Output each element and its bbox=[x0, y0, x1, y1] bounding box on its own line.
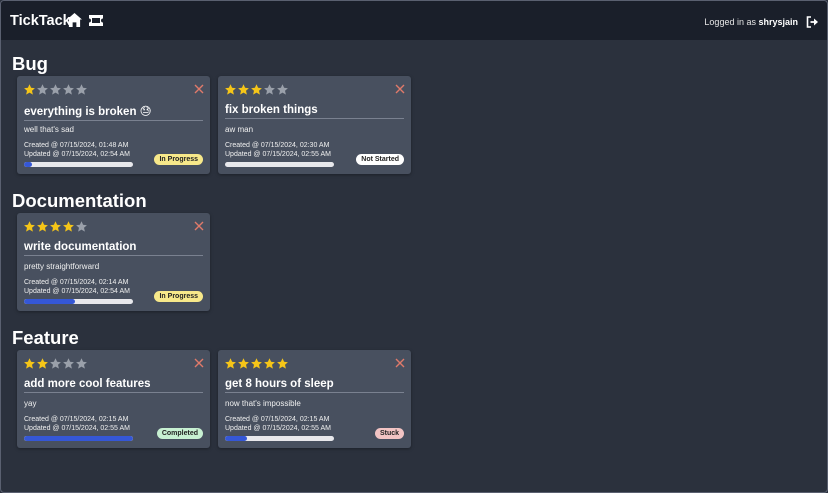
star-icon[interactable] bbox=[24, 221, 35, 232]
status-badge[interactable]: Not Started bbox=[356, 154, 404, 165]
ticket-description: pretty straightforward bbox=[24, 262, 100, 271]
updated-timestamp: Updated @ 07/15/2024, 02:55 AM bbox=[24, 425, 130, 432]
section-title: Bug bbox=[12, 53, 48, 74]
star-icon[interactable] bbox=[24, 358, 35, 369]
star-icon[interactable] bbox=[277, 358, 288, 369]
created-timestamp: Created @ 07/15/2024, 02:30 AM bbox=[225, 142, 330, 149]
star-icon[interactable] bbox=[76, 358, 87, 369]
ticket-card[interactable]: fix broken things aw man Created @ 07/15/2… bbox=[218, 76, 411, 174]
star-icon[interactable] bbox=[50, 358, 61, 369]
progress-bar[interactable] bbox=[24, 436, 133, 441]
ticket-description: now that's impossible bbox=[225, 399, 301, 408]
login-status: Logged in as shrysjain bbox=[704, 17, 798, 27]
ticket-card[interactable]: write documentation pretty straightforwar… bbox=[17, 213, 210, 311]
created-timestamp: Created @ 07/15/2024, 01:48 AM bbox=[24, 142, 129, 149]
star-icon[interactable] bbox=[225, 84, 236, 95]
progress-fill bbox=[225, 436, 247, 441]
section-title: Feature bbox=[12, 327, 79, 348]
star-icon[interactable] bbox=[251, 358, 262, 369]
brand-logo[interactable]: TickTack bbox=[10, 13, 71, 29]
rating-stars[interactable] bbox=[24, 221, 87, 232]
star-icon[interactable] bbox=[76, 221, 87, 232]
created-timestamp: Created @ 07/15/2024, 02:15 AM bbox=[225, 416, 330, 423]
home-icon[interactable] bbox=[67, 13, 82, 27]
section-title: Documentation bbox=[12, 190, 147, 211]
ticket-card[interactable]: add more cool features yay Created @ 07/15… bbox=[17, 350, 210, 448]
ticket-card[interactable]: get 8 hours of sleep now that's impossibl… bbox=[218, 350, 411, 448]
updated-timestamp: Updated @ 07/15/2024, 02:54 AM bbox=[24, 288, 130, 295]
star-icon[interactable] bbox=[50, 84, 61, 95]
ticket-description: well that's sad bbox=[24, 125, 74, 134]
status-badge[interactable]: In Progress bbox=[154, 291, 203, 302]
star-icon[interactable] bbox=[63, 84, 74, 95]
close-icon[interactable] bbox=[194, 358, 204, 368]
rating-stars[interactable] bbox=[24, 358, 87, 369]
ticket-title: write documentation bbox=[24, 241, 203, 256]
ticket-title: add more cool features bbox=[24, 378, 203, 393]
close-icon[interactable] bbox=[194, 84, 204, 94]
progress-fill bbox=[24, 436, 133, 441]
star-icon[interactable] bbox=[225, 358, 236, 369]
ticket-title: get 8 hours of sleep bbox=[225, 378, 404, 393]
rating-stars[interactable] bbox=[24, 84, 87, 95]
rating-stars[interactable] bbox=[225, 358, 288, 369]
star-icon[interactable] bbox=[37, 84, 48, 95]
progress-fill bbox=[24, 299, 76, 304]
star-icon[interactable] bbox=[63, 358, 74, 369]
star-icon[interactable] bbox=[251, 84, 262, 95]
ticket-icon[interactable] bbox=[89, 15, 103, 26]
ticket-card[interactable]: everything is broken 😓 well that's sad Cre… bbox=[17, 76, 210, 174]
logout-icon[interactable] bbox=[806, 16, 819, 28]
star-icon[interactable] bbox=[37, 221, 48, 232]
progress-fill bbox=[24, 162, 32, 167]
progress-bar[interactable] bbox=[24, 162, 133, 167]
updated-timestamp: Updated @ 07/15/2024, 02:55 AM bbox=[225, 151, 331, 158]
created-timestamp: Created @ 07/15/2024, 02:14 AM bbox=[24, 279, 129, 286]
close-icon[interactable] bbox=[194, 221, 204, 231]
status-badge[interactable]: Completed bbox=[156, 428, 203, 439]
username: shrysjain bbox=[758, 17, 798, 27]
star-icon[interactable] bbox=[50, 221, 61, 232]
star-icon[interactable] bbox=[37, 358, 48, 369]
progress-bar[interactable] bbox=[24, 299, 133, 304]
login-prefix: Logged in as bbox=[704, 17, 759, 27]
star-icon[interactable] bbox=[63, 221, 74, 232]
star-icon[interactable] bbox=[238, 358, 249, 369]
ticket-title: everything is broken 😓 bbox=[24, 104, 203, 121]
rating-stars[interactable] bbox=[225, 84, 288, 95]
star-icon[interactable] bbox=[24, 84, 35, 95]
star-icon[interactable] bbox=[238, 84, 249, 95]
close-icon[interactable] bbox=[395, 358, 405, 368]
progress-bar[interactable] bbox=[225, 436, 334, 441]
ticket-title: fix broken things bbox=[225, 104, 404, 119]
updated-timestamp: Updated @ 07/15/2024, 02:54 AM bbox=[24, 151, 130, 158]
close-icon[interactable] bbox=[395, 84, 405, 94]
star-icon[interactable] bbox=[277, 84, 288, 95]
status-badge[interactable]: In Progress bbox=[154, 154, 203, 165]
updated-timestamp: Updated @ 07/15/2024, 02:55 AM bbox=[225, 425, 331, 432]
status-badge[interactable]: Stuck bbox=[374, 428, 404, 439]
ticket-description: aw man bbox=[225, 125, 254, 134]
created-timestamp: Created @ 07/15/2024, 02:15 AM bbox=[24, 416, 129, 423]
progress-bar[interactable] bbox=[225, 162, 334, 167]
star-icon[interactable] bbox=[264, 358, 275, 369]
ticket-description: yay bbox=[24, 399, 37, 408]
app-window: TickTack Logged in as shrysjain Bug every… bbox=[0, 0, 828, 493]
navbar: TickTack Logged in as shrysjain bbox=[1, 1, 827, 40]
star-icon[interactable] bbox=[264, 84, 275, 95]
star-icon[interactable] bbox=[76, 84, 87, 95]
